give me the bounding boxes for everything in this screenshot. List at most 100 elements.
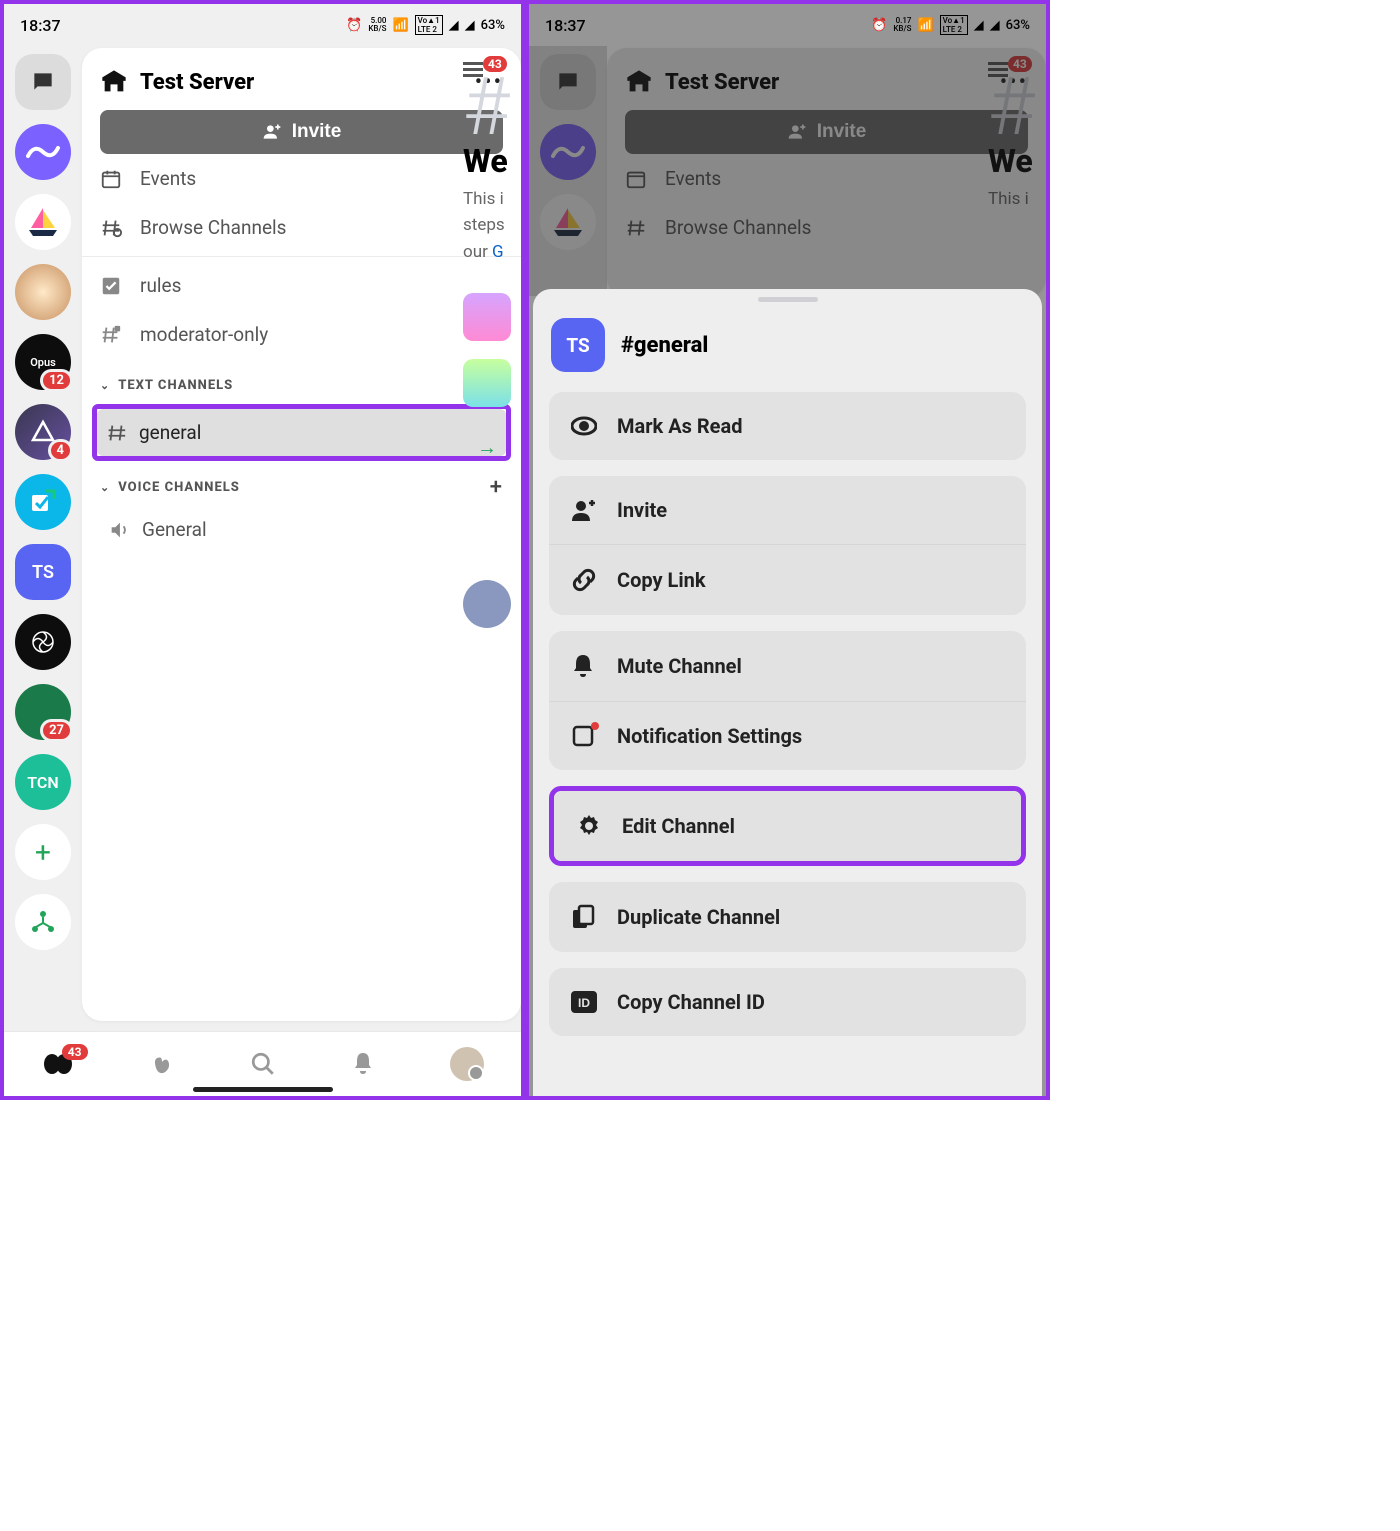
nav-badge: 43 xyxy=(62,1044,88,1060)
invite-button[interactable]: Invite xyxy=(100,110,503,154)
server-icon-3[interactable] xyxy=(15,264,71,320)
data-rate: 0.17KB/S xyxy=(893,17,911,33)
server-icon-9[interactable]: 27 xyxy=(15,684,71,740)
search-icon xyxy=(250,1051,276,1077)
nav-profile[interactable] xyxy=(450,1047,484,1081)
nav-notifications[interactable] xyxy=(351,1051,375,1077)
copy-channel-id-item[interactable]: ID Copy Channel ID xyxy=(549,968,1026,1036)
lte-icon: Vo▲1LTE 2 xyxy=(415,15,443,35)
sheet-channel-name: #general xyxy=(621,333,708,358)
sheet-group-2: Invite Copy Link xyxy=(549,476,1026,615)
sheet-group-3: Mute Channel Notification Settings xyxy=(549,631,1026,770)
wifi-icon: 📶 xyxy=(392,18,408,33)
copy-link-item[interactable]: Copy Link xyxy=(549,544,1026,615)
sheet-handle[interactable] xyxy=(758,297,818,302)
voice-channel-general[interactable]: General xyxy=(100,506,503,553)
server-icon-2[interactable] xyxy=(15,194,71,250)
moderator-channel[interactable]: moderator-only xyxy=(100,310,503,359)
battery-pct: 63% xyxy=(1006,18,1030,33)
channel-action-sheet: TS #general Mark As Read Invite xyxy=(533,289,1042,1096)
bell-icon xyxy=(351,1051,375,1077)
dm-button[interactable] xyxy=(15,54,71,110)
signal-icon-2: ◢ xyxy=(465,18,475,33)
browse-channels-item[interactable]: Browse Channels xyxy=(100,203,503,252)
notification-settings-icon xyxy=(571,724,597,748)
signal-icon: ◢ xyxy=(974,18,984,33)
gear-icon xyxy=(576,813,602,839)
discover-button[interactable] xyxy=(15,894,71,950)
calendar-icon xyxy=(100,168,124,190)
peek-badge: 43 xyxy=(483,56,507,72)
peek-card-2[interactable] xyxy=(463,359,511,407)
welcome-text: This i steps our G xyxy=(463,186,523,265)
bell-icon xyxy=(571,653,597,679)
hash-icon xyxy=(105,422,127,444)
wave-hand-icon xyxy=(149,1051,175,1077)
hub-icon xyxy=(30,909,56,935)
speaker-icon xyxy=(108,519,130,541)
server-icon-opus[interactable]: Opus 12 xyxy=(15,334,71,390)
browse-icon xyxy=(100,217,124,239)
peek-avatar[interactable] xyxy=(463,580,511,628)
channel-general[interactable]: general xyxy=(97,409,506,456)
duplicate-channel-item[interactable]: Duplicate Channel xyxy=(549,882,1026,952)
invite-item[interactable]: Invite xyxy=(549,476,1026,544)
server-title[interactable]: Test Server xyxy=(100,68,254,96)
mark-as-read-item[interactable]: Mark As Read xyxy=(549,392,1026,460)
notification-settings-item[interactable]: Notification Settings xyxy=(549,701,1026,770)
add-server-button[interactable]: + xyxy=(15,824,71,880)
badge: 4 xyxy=(48,439,73,462)
server-icon-tcn[interactable]: TCN xyxy=(15,754,71,810)
status-time: 18:37 xyxy=(545,16,586,35)
status-bar: 18:37 ⏰ 5.00KB/S 📶 Vo▲1LTE 2 ◢ ◢ 63% xyxy=(4,4,521,46)
id-icon: ID xyxy=(571,991,597,1013)
server-icon-1[interactable] xyxy=(15,124,71,180)
nav-search[interactable] xyxy=(250,1051,276,1077)
voice-channels-category[interactable]: ⌄VOICE CHANNELS + xyxy=(100,461,503,506)
nav-home[interactable]: 43 xyxy=(42,1050,74,1078)
wave-icon xyxy=(26,142,60,162)
duplicate-icon xyxy=(571,904,597,930)
mute-channel-item[interactable]: Mute Channel xyxy=(549,631,1026,701)
hash-lock-icon xyxy=(100,324,124,346)
chevron-down-icon: ⌄ xyxy=(100,379,110,392)
sheet-group-5: Duplicate Channel xyxy=(549,882,1026,952)
server-icon-ts[interactable]: TS xyxy=(15,544,71,600)
rules-icon xyxy=(100,275,124,297)
main-content-peek: 43 # We This i steps our G → xyxy=(453,46,523,1031)
chevron-down-icon: ⌄ xyxy=(100,481,110,494)
signal-icon-2: ◢ xyxy=(990,18,1000,33)
nav-friends[interactable] xyxy=(149,1051,175,1077)
rules-channel[interactable]: rules xyxy=(100,261,503,310)
battery-pct: 63% xyxy=(481,18,505,33)
person-add-icon xyxy=(262,122,282,142)
edit-channel-item[interactable]: Edit Channel xyxy=(554,791,1021,861)
sheet-group-1: Mark As Read xyxy=(549,392,1026,460)
text-channels-category[interactable]: ⌄TEXT CHANNELS + xyxy=(100,359,503,404)
signal-icon: ◢ xyxy=(449,18,459,33)
welcome-heading: We xyxy=(463,142,523,180)
sheet-group-6: ID Copy Channel ID xyxy=(549,968,1026,1036)
peek-card-1[interactable] xyxy=(463,293,511,341)
status-right: ⏰ 0.17KB/S 📶 Vo▲1LTE 2 ◢ ◢ 63% xyxy=(871,15,1030,35)
sailboat-icon xyxy=(25,204,61,240)
events-item[interactable]: Events xyxy=(100,154,503,203)
knot-icon xyxy=(28,627,58,657)
chat-icon xyxy=(30,69,56,95)
arrow-right-icon[interactable]: → xyxy=(477,435,523,460)
badge: 12 xyxy=(40,369,73,392)
eye-icon xyxy=(571,415,597,437)
data-rate: 5.00KB/S xyxy=(368,17,386,33)
highlight-general: general xyxy=(92,404,511,461)
server-icon-8[interactable] xyxy=(15,614,71,670)
person-add-icon xyxy=(571,498,597,522)
server-icon-6[interactable] xyxy=(15,474,71,530)
server-rail: Opus 12 4 TS 27 TCN + xyxy=(4,46,82,1031)
sheet-server-badge: TS xyxy=(551,318,605,372)
svg-text:ID: ID xyxy=(578,996,590,1010)
status-bar: 18:37 ⏰ 0.17KB/S 📶 Vo▲1LTE 2 ◢ ◢ 63% xyxy=(529,4,1046,46)
badge: 27 xyxy=(40,719,73,742)
server-icon-5[interactable]: 4 xyxy=(15,404,71,460)
status-time: 18:37 xyxy=(20,16,61,35)
alarm-icon: ⏰ xyxy=(871,18,887,33)
